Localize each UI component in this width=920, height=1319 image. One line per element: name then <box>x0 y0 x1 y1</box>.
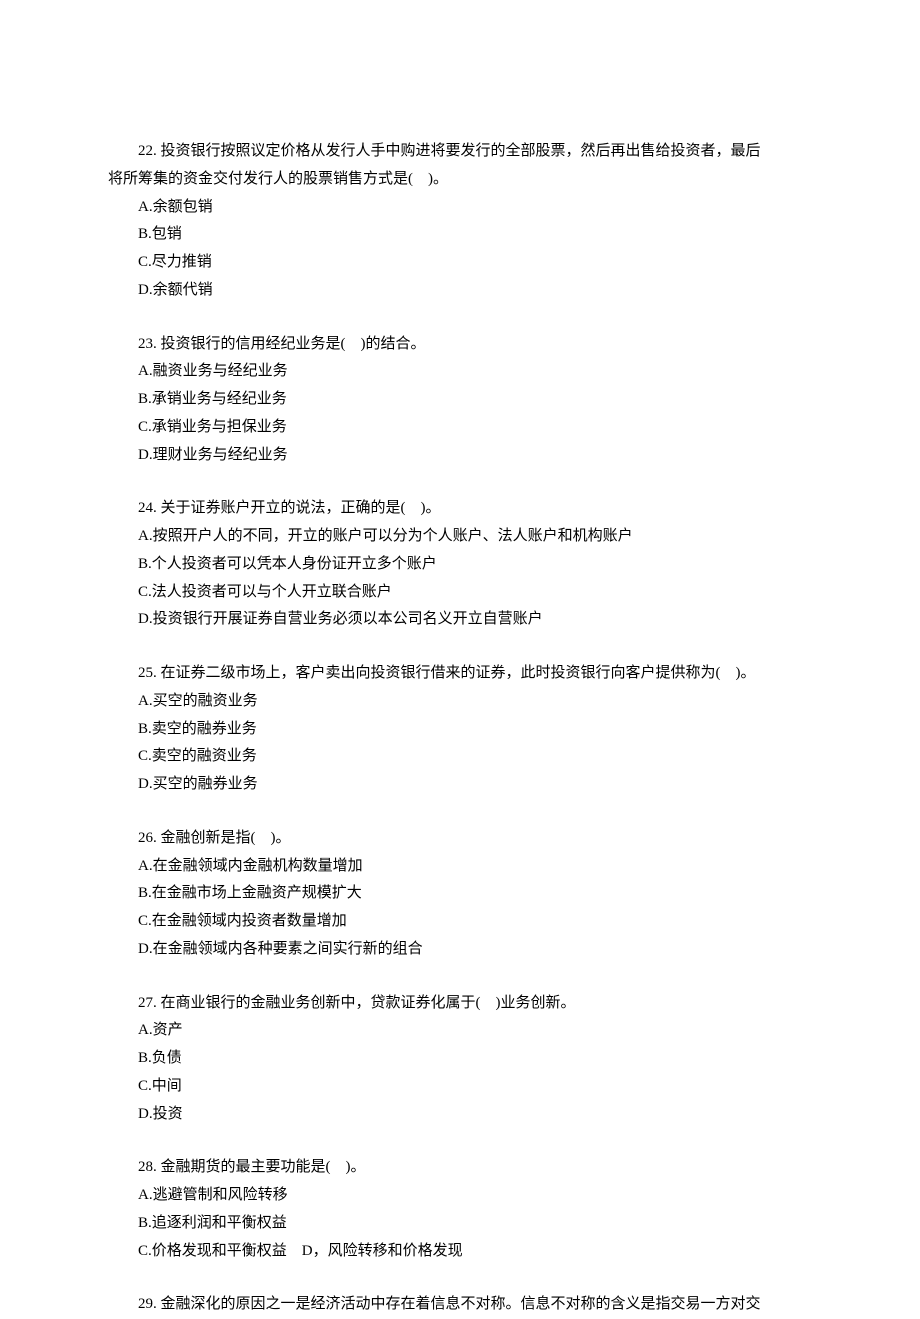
question-stem-line: 22. 投资银行按照议定价格从发行人手中购进将要发行的全部股票，然后再出售给投资… <box>108 138 812 166</box>
question-number: 29. <box>138 1296 157 1312</box>
question-stem-line: 24. 关于证券账户开立的说法，正确的是( )。 <box>108 495 812 523</box>
option-b: B.在金融市场上金融资产规模扩大 <box>138 880 812 908</box>
option-cd: C.价格发现和平衡权益 D，风险转移和价格发现 <box>138 1238 812 1266</box>
option-a: A.按照开户人的不同，开立的账户可以分为个人账户、法人账户和机构账户 <box>138 523 812 551</box>
option-d: D.买空的融券业务 <box>138 771 812 799</box>
question-stem-line: 29. 金融深化的原因之一是经济活动中存在着信息不对称。信息不对称的含义是指交易… <box>108 1291 812 1319</box>
question-24: 24. 关于证券账户开立的说法，正确的是( )。 A.按照开户人的不同，开立的账… <box>108 495 812 634</box>
question-stem-text: 金融创新是指( )。 <box>161 830 291 846</box>
question-number: 23. <box>138 336 157 352</box>
option-b: B.承销业务与经纪业务 <box>138 386 812 414</box>
question-stem-line: 25. 在证券二级市场上，客户卖出向投资银行借来的证券，此时投资银行向客户提供称… <box>108 660 812 688</box>
option-d: D.余额代销 <box>138 277 812 305</box>
option-c: C.在金融领域内投资者数量增加 <box>138 908 812 936</box>
option-b: B.负债 <box>138 1045 812 1073</box>
question-stem-text: 投资银行按照议定价格从发行人手中购进将要发行的全部股票，然后再出售给投资者，最后 <box>161 143 761 159</box>
question-29: 29. 金融深化的原因之一是经济活动中存在着信息不对称。信息不对称的含义是指交易… <box>108 1291 812 1319</box>
option-a: A.融资业务与经纪业务 <box>138 358 812 386</box>
question-stem-continuation: 将所筹集的资金交付发行人的股票销售方式是( )。 <box>108 166 812 194</box>
question-stem-line: 26. 金融创新是指( )。 <box>108 825 812 853</box>
option-c: C.法人投资者可以与个人开立联合账户 <box>138 579 812 607</box>
question-23: 23. 投资银行的信用经纪业务是( )的结合。 A.融资业务与经纪业务 B.承销… <box>108 331 812 470</box>
question-25: 25. 在证券二级市场上，客户卖出向投资银行借来的证券，此时投资银行向客户提供称… <box>108 660 812 799</box>
option-a: A.余额包销 <box>138 194 812 222</box>
question-number: 27. <box>138 995 157 1011</box>
option-a: A.在金融领域内金融机构数量增加 <box>138 853 812 881</box>
option-b: B.包销 <box>138 221 812 249</box>
option-d: D.投资 <box>138 1101 812 1129</box>
option-c: C.尽力推销 <box>138 249 812 277</box>
option-b: B.追逐利润和平衡权益 <box>138 1210 812 1238</box>
question-number: 26. <box>138 830 157 846</box>
option-d: D.理财业务与经纪业务 <box>138 442 812 470</box>
question-stem-text: 在商业银行的金融业务创新中，贷款证券化属于( )业务创新。 <box>161 995 576 1011</box>
option-a: A.买空的融资业务 <box>138 688 812 716</box>
option-c: C.卖空的融资业务 <box>138 743 812 771</box>
question-stem-text: 金融期货的最主要功能是( )。 <box>161 1159 366 1175</box>
option-d: D.投资银行开展证券自营业务必须以本公司名义开立自营账户 <box>138 606 812 634</box>
question-number: 24. <box>138 500 157 516</box>
option-d: D.在金融领域内各种要素之间实行新的组合 <box>138 936 812 964</box>
option-c: C.承销业务与担保业务 <box>138 414 812 442</box>
question-stem-text: 投资银行的信用经纪业务是( )的结合。 <box>161 336 426 352</box>
question-27: 27. 在商业银行的金融业务创新中，贷款证券化属于( )业务创新。 A.资产 B… <box>108 990 812 1129</box>
question-stem-text: 金融深化的原因之一是经济活动中存在着信息不对称。信息不对称的含义是指交易一方对交 <box>161 1296 761 1312</box>
question-number: 25. <box>138 665 157 681</box>
option-b: B.个人投资者可以凭本人身份证开立多个账户 <box>138 551 812 579</box>
option-a: A.逃避管制和风险转移 <box>138 1182 812 1210</box>
question-stem-text: 在证券二级市场上，客户卖出向投资银行借来的证券，此时投资银行向客户提供称为( )… <box>161 665 756 681</box>
question-22: 22. 投资银行按照议定价格从发行人手中购进将要发行的全部股票，然后再出售给投资… <box>108 138 812 305</box>
question-26: 26. 金融创新是指( )。 A.在金融领域内金融机构数量增加 B.在金融市场上… <box>108 825 812 964</box>
question-stem-line: 23. 投资银行的信用经纪业务是( )的结合。 <box>108 331 812 359</box>
question-stem-line: 27. 在商业银行的金融业务创新中，贷款证券化属于( )业务创新。 <box>108 990 812 1018</box>
option-c: C.中间 <box>138 1073 812 1101</box>
question-number: 22. <box>138 143 157 159</box>
question-stem-text: 关于证券账户开立的说法，正确的是( )。 <box>161 500 441 516</box>
question-number: 28. <box>138 1159 157 1175</box>
option-b: B.卖空的融券业务 <box>138 716 812 744</box>
question-stem-line: 28. 金融期货的最主要功能是( )。 <box>108 1154 812 1182</box>
question-28: 28. 金融期货的最主要功能是( )。 A.逃避管制和风险转移 B.追逐利润和平… <box>108 1154 812 1265</box>
option-a: A.资产 <box>138 1017 812 1045</box>
